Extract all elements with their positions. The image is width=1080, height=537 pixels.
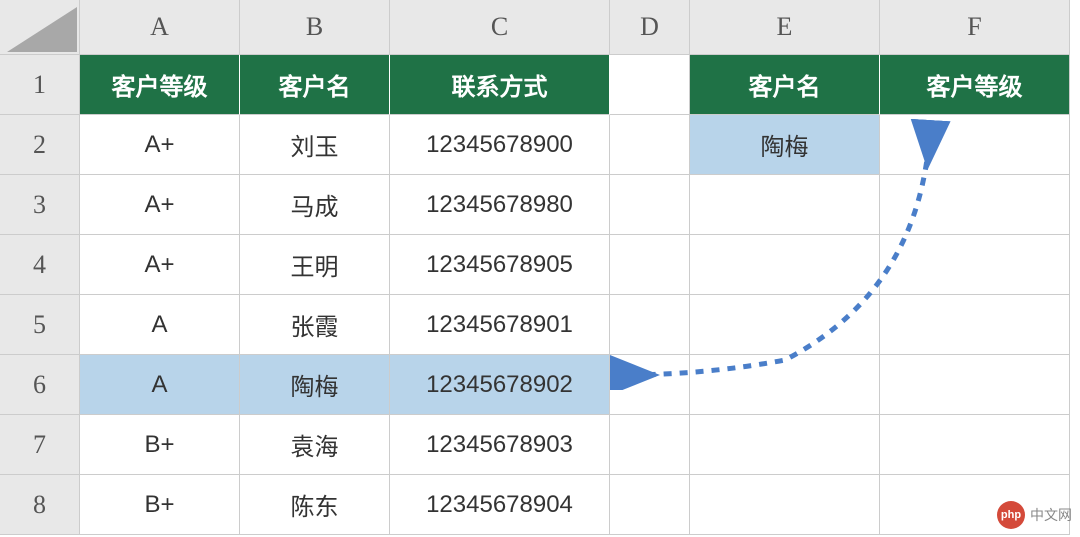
main-header-name[interactable]: 客户名 bbox=[240, 55, 390, 115]
empty-cell[interactable] bbox=[690, 355, 880, 415]
row-header-5[interactable]: 5 bbox=[0, 295, 80, 355]
data-cell[interactable]: 12345678902 bbox=[390, 355, 610, 415]
grid: 客户等级 客户名 联系方式 客户名 客户等级 A+ 刘玉 12345678900… bbox=[80, 55, 1070, 535]
empty-cell[interactable] bbox=[690, 235, 880, 295]
table-row: 客户等级 客户名 联系方式 客户名 客户等级 bbox=[80, 55, 1070, 115]
watermark: php 中文网 bbox=[997, 501, 1072, 529]
row-header-1[interactable]: 1 bbox=[0, 55, 80, 115]
empty-cell[interactable] bbox=[610, 115, 690, 175]
data-cell[interactable]: 12345678901 bbox=[390, 295, 610, 355]
data-cell[interactable]: 张霞 bbox=[240, 295, 390, 355]
row-header-3[interactable]: 3 bbox=[0, 175, 80, 235]
lookup-level-cell[interactable] bbox=[880, 115, 1070, 175]
data-cell[interactable]: 袁海 bbox=[240, 415, 390, 475]
table-row: A 张霞 12345678901 bbox=[80, 295, 1070, 355]
empty-cell[interactable] bbox=[610, 475, 690, 535]
data-cell[interactable]: 陈东 bbox=[240, 475, 390, 535]
data-cell[interactable]: 12345678903 bbox=[390, 415, 610, 475]
data-cell[interactable]: A+ bbox=[80, 235, 240, 295]
column-headers: A B C D E F bbox=[80, 0, 1070, 55]
data-cell[interactable]: 12345678900 bbox=[390, 115, 610, 175]
data-cell[interactable]: 12345678905 bbox=[390, 235, 610, 295]
data-cell[interactable]: 陶梅 bbox=[240, 355, 390, 415]
empty-cell[interactable] bbox=[880, 175, 1070, 235]
empty-cell[interactable] bbox=[690, 295, 880, 355]
data-cell[interactable]: A bbox=[80, 355, 240, 415]
table-row: A+ 刘玉 12345678900 陶梅 bbox=[80, 115, 1070, 175]
table-row: A+ 王明 12345678905 bbox=[80, 235, 1070, 295]
empty-cell[interactable] bbox=[690, 415, 880, 475]
col-header-A[interactable]: A bbox=[80, 0, 240, 55]
data-cell[interactable]: 12345678980 bbox=[390, 175, 610, 235]
lookup-header-level[interactable]: 客户等级 bbox=[880, 55, 1070, 115]
empty-cell[interactable] bbox=[880, 415, 1070, 475]
col-header-D[interactable]: D bbox=[610, 0, 690, 55]
lookup-header-name[interactable]: 客户名 bbox=[690, 55, 880, 115]
row-header-7[interactable]: 7 bbox=[0, 415, 80, 475]
col-header-B[interactable]: B bbox=[240, 0, 390, 55]
data-cell[interactable]: A+ bbox=[80, 115, 240, 175]
empty-cell[interactable] bbox=[610, 175, 690, 235]
table-row: B+ 袁海 12345678903 bbox=[80, 415, 1070, 475]
data-cell[interactable]: A bbox=[80, 295, 240, 355]
empty-cell[interactable] bbox=[690, 475, 880, 535]
empty-cell[interactable] bbox=[880, 235, 1070, 295]
table-row-highlighted: A 陶梅 12345678902 bbox=[80, 355, 1070, 415]
empty-cell[interactable] bbox=[610, 55, 690, 115]
row-headers: 1 2 3 4 5 6 7 8 bbox=[0, 55, 80, 535]
data-cell[interactable]: 刘玉 bbox=[240, 115, 390, 175]
empty-cell[interactable] bbox=[690, 175, 880, 235]
empty-cell[interactable] bbox=[610, 295, 690, 355]
empty-cell[interactable] bbox=[610, 355, 690, 415]
row-header-4[interactable]: 4 bbox=[0, 235, 80, 295]
watermark-text: 中文网 bbox=[1030, 505, 1072, 525]
empty-cell[interactable] bbox=[610, 235, 690, 295]
empty-cell[interactable] bbox=[610, 415, 690, 475]
row-header-8[interactable]: 8 bbox=[0, 475, 80, 535]
main-header-level[interactable]: 客户等级 bbox=[80, 55, 240, 115]
col-header-C[interactable]: C bbox=[390, 0, 610, 55]
data-cell[interactable]: 12345678904 bbox=[390, 475, 610, 535]
data-cell[interactable]: 王明 bbox=[240, 235, 390, 295]
data-cell[interactable]: A+ bbox=[80, 175, 240, 235]
data-cell[interactable]: 马成 bbox=[240, 175, 390, 235]
watermark-logo: php bbox=[997, 501, 1025, 529]
table-row: B+ 陈东 12345678904 bbox=[80, 475, 1070, 535]
col-header-E[interactable]: E bbox=[690, 0, 880, 55]
data-cell[interactable]: B+ bbox=[80, 415, 240, 475]
main-header-contact[interactable]: 联系方式 bbox=[390, 55, 610, 115]
row-header-2[interactable]: 2 bbox=[0, 115, 80, 175]
row-header-6[interactable]: 6 bbox=[0, 355, 80, 415]
col-header-F[interactable]: F bbox=[880, 0, 1070, 55]
lookup-name-cell[interactable]: 陶梅 bbox=[690, 115, 880, 175]
empty-cell[interactable] bbox=[880, 295, 1070, 355]
select-all-corner[interactable] bbox=[0, 0, 80, 55]
empty-cell[interactable] bbox=[880, 355, 1070, 415]
data-cell[interactable]: B+ bbox=[80, 475, 240, 535]
table-row: A+ 马成 12345678980 bbox=[80, 175, 1070, 235]
